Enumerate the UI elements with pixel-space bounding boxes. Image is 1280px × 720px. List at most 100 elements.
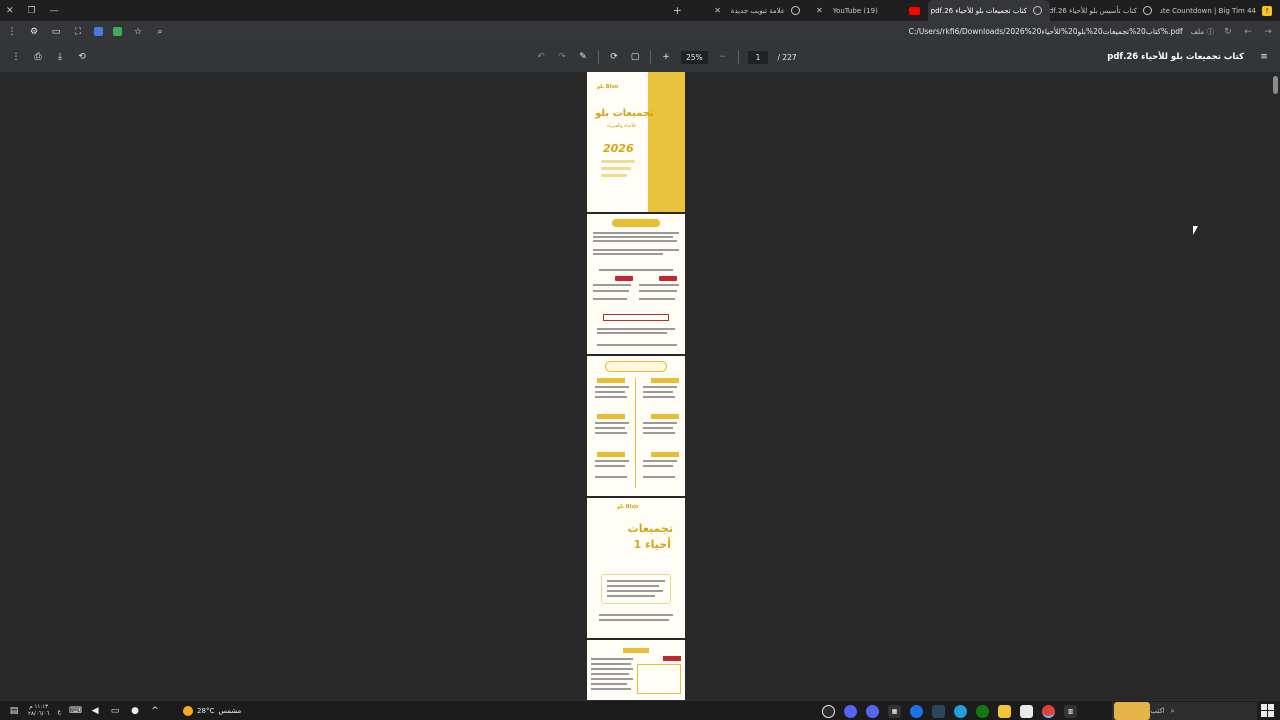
toc-entry xyxy=(595,396,627,398)
clock-time: ١١:١٣ م xyxy=(29,704,49,710)
text-line xyxy=(593,240,677,242)
toc-column-header xyxy=(597,452,625,457)
toc-column-header xyxy=(651,452,679,457)
store-icon[interactable] xyxy=(1020,704,1033,718)
toc-entry xyxy=(643,391,673,393)
close-icon[interactable]: ✕ xyxy=(714,6,721,15)
tab-collections-pdf[interactable]: كتاب تجميعات بلو للأحياء 26.pdf ✕ xyxy=(928,0,1050,21)
more-options-icon[interactable]: ⋮ xyxy=(10,52,22,62)
text-line xyxy=(597,332,667,334)
undo-icon[interactable]: ↶ xyxy=(535,52,547,62)
cover-decoration xyxy=(601,167,631,170)
pdf-page-5 xyxy=(587,640,685,700)
translate-extension-icon[interactable] xyxy=(94,27,103,36)
bookmark-star-icon[interactable]: ☆ xyxy=(132,27,144,37)
total-pages: / 227 xyxy=(777,52,797,62)
text-line xyxy=(593,298,627,300)
toc-entry xyxy=(643,476,675,478)
calculator-icon[interactable]: ▦ xyxy=(888,704,901,718)
print-icon[interactable]: ⎙ xyxy=(32,52,44,62)
page-number-input[interactable]: 1 xyxy=(747,50,769,64)
text-line xyxy=(639,290,677,292)
toc-column-header xyxy=(651,414,679,419)
steam-icon[interactable] xyxy=(932,704,945,718)
zoom-in-icon[interactable]: + xyxy=(660,52,672,62)
browser-app-icon[interactable] xyxy=(910,704,923,718)
text-line xyxy=(607,585,659,587)
close-icon[interactable]: ✕ xyxy=(816,6,823,15)
volume-icon[interactable]: ◀ xyxy=(89,706,101,716)
outline-menu-icon[interactable]: ≡ xyxy=(1258,52,1270,62)
url-field[interactable]: C:/Users/rkfi6/Downloads/2026%كتاب20%تجم… xyxy=(909,27,1183,36)
zoom-out-icon[interactable]: − xyxy=(717,52,729,62)
reload-icon[interactable]: ↻ xyxy=(1222,27,1234,37)
vertical-scrollbar[interactable] xyxy=(1273,76,1278,94)
close-window-icon[interactable]: ✕ xyxy=(6,6,14,16)
windows-start-icon[interactable] xyxy=(1261,704,1274,717)
sun-icon xyxy=(183,706,194,716)
download-icon[interactable]: ⤓ xyxy=(54,52,66,62)
toolbar-divider xyxy=(598,50,599,64)
zoom-icon[interactable]: ⌕ xyxy=(154,27,166,37)
shield-extension-icon[interactable] xyxy=(113,27,122,36)
fit-page-icon[interactable]: ▢ xyxy=(629,52,641,62)
notifications-icon[interactable]: ▤ xyxy=(8,706,20,716)
page-title-line2: أحياء 1 xyxy=(633,538,671,551)
search-icon: ⌕ xyxy=(1170,706,1175,715)
system-clock[interactable]: ١١:١٣ م ٢٨/٠٦/٠٦ xyxy=(28,704,49,718)
tab-new[interactable]: علامة تبويب جديدة ✕ xyxy=(690,0,808,21)
menu-icon[interactable]: ⋮ xyxy=(6,27,18,37)
save-drive-icon[interactable]: ⟲ xyxy=(76,52,88,62)
tab-title: كتاب تأسيس بلو للأحياء 26.pdf xyxy=(1050,6,1137,15)
tab-foundation-pdf[interactable]: كتاب تأسيس بلو للأحياء 26.pdf ✕ xyxy=(1050,0,1160,21)
pdf-page-2 xyxy=(587,214,685,354)
tab-search-icon[interactable]: ⌄ xyxy=(1264,0,1272,21)
telegram-icon[interactable] xyxy=(954,704,967,718)
chrome-icon[interactable] xyxy=(1042,704,1055,718)
toc-entry xyxy=(595,386,629,388)
minimize-window-icon[interactable]: — xyxy=(50,6,59,16)
annotate-icon[interactable]: ✎ xyxy=(577,52,589,62)
task-view-icon[interactable]: ▥ xyxy=(1064,704,1077,718)
text-line xyxy=(597,328,675,330)
new-tab-icon[interactable]: + xyxy=(665,4,690,17)
text-line xyxy=(593,253,663,255)
address-bar: → ← ↻ ⓘ ملف C:/Users/rkfi6/Downloads/202… xyxy=(0,21,1280,42)
browser-actions: ⋮ ⚙ ▭ ⛶ ☆ ⌕ xyxy=(6,21,166,42)
chevron-up-icon[interactable]: ^ xyxy=(149,706,161,716)
toc-entry xyxy=(643,427,673,429)
xbox-icon[interactable] xyxy=(976,704,989,718)
weather-widget[interactable]: 28°C مشمس xyxy=(183,706,241,716)
rotate-icon[interactable]: ⟳ xyxy=(608,52,620,62)
globe-icon xyxy=(791,6,800,15)
red-label xyxy=(663,656,681,661)
toc-entry xyxy=(643,465,673,467)
file-scheme-chip[interactable]: ⓘ ملف xyxy=(1191,27,1214,37)
pdf-viewport[interactable]: بلو Bluo تجميعات بلو للأحياء والفيزياء 2… xyxy=(0,72,1280,700)
sidebar-icon[interactable]: ▭ xyxy=(50,27,62,37)
pdf-page-4: بلو Bluo تجميعات أحياء 1 xyxy=(587,498,685,638)
microphone-icon[interactable]: ● xyxy=(129,706,141,716)
text-line xyxy=(591,683,627,685)
obs-icon[interactable] xyxy=(822,704,835,718)
discord-icon[interactable] xyxy=(866,704,879,718)
language-indicator[interactable]: ع xyxy=(57,708,61,715)
forward-icon[interactable]: ← xyxy=(1242,27,1254,37)
taskbar-search[interactable]: ⌕ اكتب هنا للبحث xyxy=(1112,702,1257,720)
redo-icon[interactable]: ↷ xyxy=(556,52,568,62)
restore-window-icon[interactable]: ❐ xyxy=(28,6,36,16)
toc-entry xyxy=(595,460,629,462)
extensions-puzzle-icon[interactable]: ⚙ xyxy=(28,27,40,37)
tab-youtube[interactable]: (19) YouTube ✕ xyxy=(808,0,928,21)
text-line xyxy=(593,249,679,251)
zoom-level-input[interactable]: 25% xyxy=(681,50,708,64)
pdf-icon xyxy=(1033,6,1042,15)
text-line xyxy=(607,590,663,592)
file-explorer-icon[interactable] xyxy=(998,704,1011,718)
screenshot-icon[interactable]: ⛶ xyxy=(72,27,84,37)
keyboard-icon[interactable]: ⌨ xyxy=(69,706,82,716)
back-icon[interactable]: → xyxy=(1262,27,1274,37)
app-icon[interactable] xyxy=(844,704,857,718)
network-icon[interactable]: ▭ xyxy=(109,706,121,716)
tab-countdown[interactable]: I 44 Minute Countdown | Big Tim xyxy=(1160,0,1280,21)
